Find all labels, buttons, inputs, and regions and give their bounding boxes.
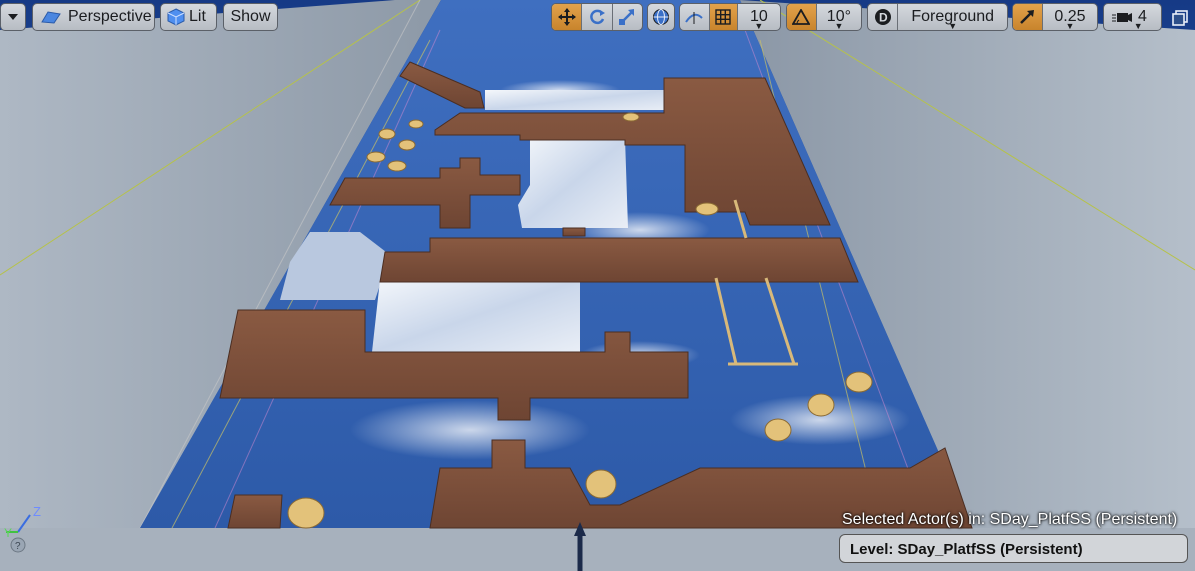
move-arrows-icon (557, 8, 576, 26)
perspective-icon (40, 10, 62, 24)
chevron-down-icon (7, 13, 19, 21)
world-local-button[interactable] (647, 3, 675, 31)
layer-snap-toggle[interactable]: D (868, 4, 897, 30)
view-mode-button[interactable]: Perspective (32, 3, 155, 31)
surface-snap-icon (684, 8, 704, 26)
camera-icon (1112, 9, 1132, 25)
chevron-down-icon: ▼ (1133, 21, 1143, 31)
grid-icon (715, 9, 731, 25)
level-viewport[interactable]: ? (0, 0, 1195, 571)
layer-group: D Foreground ▼ (867, 3, 1008, 31)
show-label: Show (230, 8, 271, 25)
grid-snap-toggle[interactable] (708, 4, 737, 30)
current-level-indicator: Level: SDay_PlatfSS (Persistent) (839, 534, 1188, 563)
axis-y-label: Y (4, 526, 13, 540)
grid-snap-value-dropdown[interactable]: 10 ▼ (736, 4, 780, 31)
ice-patch (485, 90, 670, 110)
cube-icon (167, 8, 185, 26)
scale-snap-value-dropdown[interactable]: 0.25 ▼ (1041, 4, 1097, 31)
svg-text:?: ? (15, 541, 21, 552)
rotate-tool-button[interactable] (581, 4, 611, 30)
rotation-snap-toggle[interactable] (787, 4, 816, 30)
layer-d-icon: D (874, 8, 892, 26)
angle-icon (792, 9, 811, 25)
transform-tools-group (551, 3, 643, 31)
layer-dropdown[interactable]: Foreground ▼ (897, 4, 1007, 30)
surface-snap-button[interactable] (680, 4, 709, 30)
show-button[interactable]: Show (223, 3, 278, 31)
lit-mode-button[interactable]: Lit (160, 3, 217, 31)
svg-text:D: D (879, 11, 888, 25)
globe-icon (652, 8, 670, 26)
ice-patch (518, 138, 628, 228)
scale-snap-group: 0.25 ▼ (1012, 3, 1098, 31)
chevron-down-icon: ▼ (1065, 21, 1075, 31)
chevron-down-icon: ▼ (834, 21, 844, 31)
ice-patch (372, 280, 580, 352)
lit-label: Lit (189, 8, 206, 25)
chevron-down-icon: ▼ (754, 21, 764, 31)
axis-z-label: Z (33, 504, 41, 519)
rotate-icon (588, 8, 606, 26)
scale-snap-toggle[interactable] (1013, 4, 1042, 30)
maximize-icon (1172, 10, 1188, 26)
viewport-options-button[interactable] (0, 3, 26, 31)
rotation-snap-value-dropdown[interactable]: 10° ▼ (815, 4, 861, 31)
view-mode-label: Perspective (68, 8, 152, 25)
rotation-snap-group: 10° ▼ (786, 3, 862, 31)
chevron-down-icon: ▼ (948, 21, 958, 31)
selected-actor-status: Selected Actor(s) in: SDay_PlatfSS (Pers… (842, 511, 1178, 528)
grid-snap-group: 10 ▼ (679, 3, 781, 31)
scale-arrow-icon (1019, 9, 1035, 25)
scale-icon (618, 8, 636, 26)
translate-tool-button[interactable] (552, 4, 582, 30)
scale-tool-button[interactable] (611, 4, 642, 30)
camera-speed-button[interactable]: 4 ▼ (1103, 3, 1162, 31)
maximize-viewport-button[interactable] (1170, 8, 1190, 28)
